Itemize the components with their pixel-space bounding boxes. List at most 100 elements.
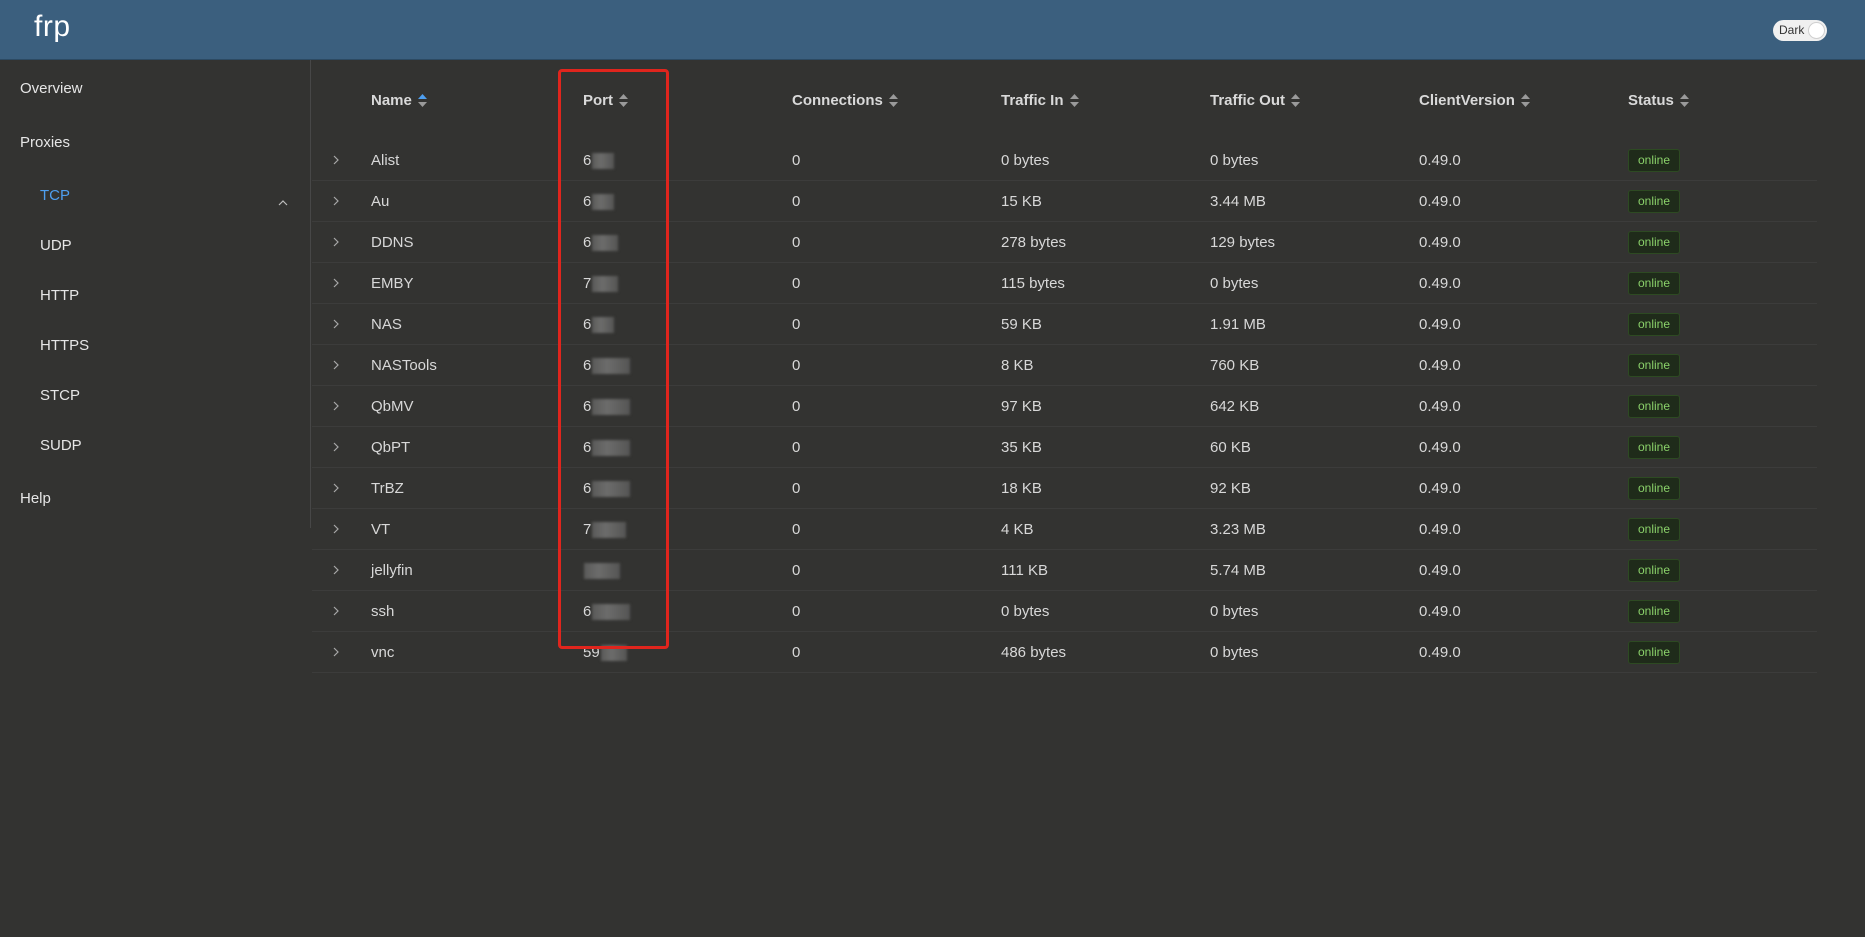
chevron-right-icon[interactable]	[332, 318, 340, 330]
sidebar-item-proxies[interactable]: Proxies	[20, 134, 70, 151]
dark-mode-toggle[interactable]: Dark	[1773, 20, 1827, 41]
column-header-traffic-out[interactable]: Traffic Out	[1210, 92, 1301, 109]
status-badge: online	[1628, 477, 1681, 500]
table-row[interactable]: Au 6 0 15 KB 3.44 MB 0.49.0 online	[312, 181, 1817, 222]
table-row[interactable]: QbMV 6 0 97 KB 642 KB 0.49.0 online	[312, 386, 1817, 427]
proxy-traffic-out: 92 KB	[1210, 480, 1251, 497]
proxy-name-text: TrBZ	[371, 480, 404, 497]
chevron-right-icon[interactable]	[332, 400, 340, 412]
sort-icon[interactable]	[619, 94, 628, 107]
proxy-traffic-out: 642 KB	[1210, 398, 1259, 415]
chevron-right-icon[interactable]	[332, 441, 340, 453]
column-header-status[interactable]: Status	[1628, 92, 1689, 109]
proxy-traffic-in-text: 115 bytes	[1001, 275, 1065, 292]
sidebar-item-sudp[interactable]: SUDP	[40, 437, 82, 454]
proxy-connections-text: 0	[792, 275, 801, 292]
table-row[interactable]: EMBY 7 0 115 bytes 0 bytes 0.49.0 online	[312, 263, 1817, 304]
chevron-right-icon[interactable]	[332, 195, 340, 207]
proxy-traffic-in: 97 KB	[1001, 398, 1042, 415]
proxy-name-text: vnc	[371, 644, 395, 661]
table-row[interactable]: TrBZ 6 0 18 KB 92 KB 0.49.0 online	[312, 468, 1817, 509]
proxy-connections: 0	[792, 316, 800, 333]
proxy-traffic-in: 4 KB	[1001, 521, 1034, 538]
status-badge: online	[1628, 231, 1681, 254]
dark-mode-label: Dark	[1779, 23, 1805, 37]
chevron-right-icon[interactable]	[332, 482, 340, 494]
proxy-port: 6	[583, 316, 615, 334]
sort-icon[interactable]	[1291, 94, 1301, 107]
proxy-name-text: Au	[371, 193, 390, 210]
chevron-up-icon[interactable]	[278, 198, 288, 208]
table-row[interactable]: NASTools 6 0 8 KB 760 KB 0.49.0 online	[312, 345, 1817, 386]
chevron-right-icon[interactable]	[332, 277, 340, 289]
proxy-port: 6	[583, 398, 631, 416]
status-badge: online	[1628, 395, 1681, 418]
column-header-connections[interactable]: Connections	[792, 92, 898, 109]
proxy-traffic-out-text: 760 KB	[1210, 357, 1260, 374]
sort-icon[interactable]	[1520, 94, 1530, 107]
proxy-name: QbPT	[371, 439, 410, 456]
sidebar-item-https[interactable]: HTTPS	[40, 337, 89, 354]
redacted-port-blur	[592, 194, 615, 211]
proxy-port: 6	[583, 234, 619, 252]
toggle-knob	[1808, 22, 1825, 39]
column-header-traffic-in[interactable]: Traffic In	[1001, 92, 1079, 109]
table-row[interactable]: Alist 6 0 0 bytes 0 bytes 0.49.0 online	[312, 140, 1817, 181]
proxy-connections-text: 0	[792, 480, 801, 497]
redacted-port-blur	[600, 645, 627, 662]
proxy-traffic-out-text: 92 KB	[1210, 480, 1251, 497]
sort-icon[interactable]	[888, 94, 898, 107]
table-row[interactable]: DDNS 6 0 278 bytes 129 bytes 0.49.0 online	[312, 222, 1817, 263]
sidebar-item-udp[interactable]: UDP	[40, 237, 72, 254]
sidebar-item-help[interactable]: Help	[20, 490, 51, 507]
proxy-client-version-text: 0.49.0	[1419, 644, 1461, 661]
proxy-traffic-in-text: 59 KB	[1001, 316, 1042, 333]
status-badge: online	[1628, 436, 1681, 459]
proxy-port-text: 7	[583, 521, 592, 538]
proxy-traffic-out-text: 0 bytes	[1210, 275, 1259, 292]
proxy-traffic-in-text: 35 KB	[1001, 439, 1042, 456]
proxy-traffic-in-text: 111 KB	[1001, 562, 1048, 579]
proxy-port: 6	[583, 480, 631, 498]
column-header-name[interactable]: Name	[371, 92, 427, 109]
proxy-traffic-in-text: 97 KB	[1001, 398, 1042, 415]
proxy-client-version-text: 0.49.0	[1419, 316, 1461, 333]
proxy-port: 6	[583, 193, 615, 211]
table-row[interactable]: ssh 6 0 0 bytes 0 bytes 0.49.0 online	[312, 591, 1817, 632]
chevron-right-icon[interactable]	[332, 564, 340, 576]
sidebar-item-overview[interactable]: Overview	[20, 80, 83, 97]
proxy-port-text: 6	[583, 480, 592, 497]
proxy-client-version-text: 0.49.0	[1419, 562, 1461, 579]
table-row[interactable]: jellyfin 0 111 KB 5.74 MB 0.49.0 online	[312, 550, 1817, 591]
chevron-right-icon[interactable]	[332, 523, 340, 535]
proxy-traffic-in: 15 KB	[1001, 193, 1042, 210]
proxy-traffic-in: 0 bytes	[1001, 603, 1049, 620]
sidebar-item-http[interactable]: HTTP	[40, 287, 79, 304]
proxy-traffic-out-text: 642 KB	[1210, 398, 1260, 415]
sort-icon[interactable]	[1069, 94, 1079, 107]
proxy-connections: 0	[792, 152, 800, 169]
table-row[interactable]: vnc 59 0 486 bytes 0 bytes 0.49.0 online	[312, 632, 1817, 673]
table-row[interactable]: QbPT 6 0 35 KB 60 KB 0.49.0 online	[312, 427, 1817, 468]
proxy-traffic-out-text: 3.23 MB	[1210, 521, 1266, 538]
proxy-client-version-text: 0.49.0	[1419, 357, 1461, 374]
sort-ascending-icon[interactable]	[417, 94, 427, 107]
table-row[interactable]: VT 7 0 4 KB 3.23 MB 0.49.0 online	[312, 509, 1817, 550]
chevron-right-icon[interactable]	[332, 236, 340, 248]
sidebar-item-tcp[interactable]: TCP	[40, 187, 70, 204]
proxy-client-version: 0.49.0	[1419, 603, 1461, 620]
proxy-connections-text: 0	[792, 398, 801, 415]
proxy-client-version-text: 0.49.0	[1419, 275, 1461, 292]
sort-icon[interactable]	[1679, 94, 1689, 107]
chevron-right-icon[interactable]	[332, 646, 340, 658]
chevron-right-icon[interactable]	[332, 359, 340, 371]
proxy-traffic-out: 1.91 MB	[1210, 316, 1266, 333]
sidebar-item-stcp[interactable]: STCP	[40, 387, 80, 404]
chevron-right-icon[interactable]	[332, 154, 340, 166]
brand-logo[interactable]: frp	[34, 10, 71, 44]
column-header-client-version[interactable]: ClientVersion	[1419, 92, 1530, 109]
table-row[interactable]: NAS 6 0 59 KB 1.91 MB 0.49.0 online	[312, 304, 1817, 345]
proxy-name-text: NAS	[371, 316, 402, 333]
chevron-right-icon[interactable]	[332, 605, 340, 617]
column-header-port[interactable]: Port	[583, 92, 628, 109]
